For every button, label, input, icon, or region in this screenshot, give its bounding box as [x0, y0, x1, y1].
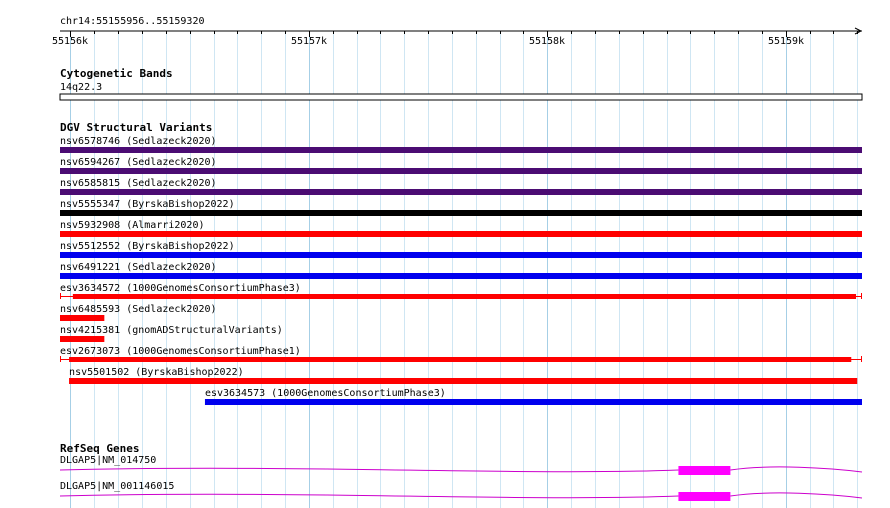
dgv-feature[interactable]: esv3634572 (1000GenomesConsortiumPhase3) — [60, 283, 862, 299]
dgv-feature[interactable]: esv3634573 (1000GenomesConsortiumPhase3) — [204, 388, 863, 405]
dgv-feature-label: nsv6578746 (Sedlazeck2020) — [60, 136, 217, 147]
genome-browser-canvas[interactable]: chr14:55155956..55159320 55156k 55157k 551… — [0, 0, 890, 508]
dgv-feature[interactable]: nsv6578746 (Sedlazeck2020) — [60, 136, 862, 153]
ruler[interactable]: chr14:55155956..55159320 55156k 55157k 551… — [52, 16, 863, 47]
dgv-feature-bar[interactable] — [60, 336, 105, 342]
refseq-genes-track[interactable]: RefSeq Genes DLGAP5|NM_014750DLGAP5|NM_0… — [59, 442, 863, 501]
refseq-gene[interactable]: DLGAP5|NM_001146015 — [59, 481, 863, 501]
ruler-tick-label: 55156k — [52, 36, 88, 47]
dgv-feature-label: nsv5555347 (ByrskaBishop2022) — [60, 199, 235, 210]
dgv-feature-bar[interactable] — [69, 378, 858, 384]
dgv-feature-label: nsv5512552 (ByrskaBishop2022) — [60, 241, 235, 252]
dgv-structural-variants-track[interactable]: DGV Structural Variants nsv6578746 (Sedl… — [60, 121, 863, 405]
dgv-feature-label: nsv6585815 (Sedlazeck2020) — [60, 178, 217, 189]
ruler-tick-label: 55159k — [768, 36, 804, 47]
cytogenetic-bands-track[interactable]: Cytogenetic Bands 14q22.3 — [59, 67, 863, 101]
dgv-feature[interactable]: nsv5555347 (ByrskaBishop2022) — [60, 199, 862, 216]
cyto-band-14q22-3[interactable] — [59, 93, 863, 101]
refseq-intron-line[interactable] — [59, 466, 863, 473]
dgv-feature[interactable]: nsv6485593 (Sedlazeck2020) — [60, 304, 217, 321]
dgv-feature-bar[interactable] — [60, 189, 862, 195]
dgv-feature-label: esv3634573 (1000GenomesConsortiumPhase3) — [205, 388, 446, 399]
dgv-feature-label: nsv4215381 (gnomADStructuralVariants) — [60, 325, 283, 336]
dgv-feature-bar[interactable] — [204, 399, 863, 405]
dgv-features[interactable]: nsv6578746 (Sedlazeck2020) nsv6594267 (Se… — [60, 136, 863, 405]
dgv-track-title: DGV Structural Variants — [60, 121, 212, 134]
dgv-feature-bar[interactable] — [60, 147, 862, 153]
dgv-feature[interactable]: nsv5932908 (Almarri2020) — [60, 220, 862, 237]
dgv-feature[interactable]: nsv4215381 (gnomADStructuralVariants) — [60, 325, 283, 342]
refseq-exon[interactable] — [678, 466, 731, 475]
dgv-feature[interactable]: esv2673073 (1000GenomesConsortiumPhase1) — [60, 346, 862, 362]
dgv-feature-label: nsv6485593 (Sedlazeck2020) — [60, 304, 217, 315]
cyto-band-label: 14q22.3 — [60, 82, 102, 93]
ruler-tick-label: 55157k — [291, 36, 327, 47]
refseq-exon[interactable] — [678, 492, 731, 501]
dgv-feature-bar[interactable] — [60, 231, 862, 237]
dgv-feature-label: nsv5932908 (Almarri2020) — [60, 220, 205, 231]
ruler-tick-label: 55158k — [529, 36, 565, 47]
refseq-gene-label: DLGAP5|NM_001146015 — [60, 481, 174, 492]
dgv-feature-label: nsv6491221 (Sedlazeck2020) — [60, 262, 217, 273]
dgv-feature-bar[interactable] — [69, 357, 852, 362]
dgv-feature-bar[interactable] — [60, 315, 105, 321]
dgv-feature[interactable]: nsv6491221 (Sedlazeck2020) — [60, 262, 862, 279]
dgv-feature-bar[interactable] — [60, 273, 862, 279]
dgv-feature-label: nsv6594267 (Sedlazeck2020) — [60, 157, 217, 168]
refseq-gene[interactable]: DLGAP5|NM_014750 — [59, 455, 863, 475]
dgv-feature-bar[interactable] — [72, 294, 857, 299]
dgv-feature[interactable]: nsv6594267 (Sedlazeck2020) — [60, 157, 862, 174]
refseq-gene-label: DLGAP5|NM_014750 — [60, 455, 156, 466]
dgv-feature-label: esv3634572 (1000GenomesConsortiumPhase3) — [60, 283, 301, 294]
dgv-feature[interactable]: nsv5512552 (ByrskaBishop2022) — [60, 241, 862, 258]
region-label: chr14:55155956..55159320 — [60, 16, 205, 27]
dgv-feature-bar[interactable] — [60, 168, 862, 174]
refseq-track-title: RefSeq Genes — [60, 442, 139, 455]
dgv-feature-label: nsv5501502 (ByrskaBishop2022) — [69, 367, 244, 378]
dgv-feature[interactable]: nsv5501502 (ByrskaBishop2022) — [69, 367, 858, 384]
refseq-intron-line[interactable] — [59, 492, 863, 499]
dgv-feature[interactable]: nsv6585815 (Sedlazeck2020) — [60, 178, 862, 195]
dgv-feature-label: esv2673073 (1000GenomesConsortiumPhase1) — [60, 346, 301, 357]
dgv-feature-bar[interactable] — [60, 252, 862, 258]
cyto-track-title: Cytogenetic Bands — [60, 67, 173, 80]
dgv-feature-bar[interactable] — [60, 210, 862, 216]
refseq-genes[interactable]: DLGAP5|NM_014750 DLGAP5|NM_001146015 — [59, 455, 863, 501]
